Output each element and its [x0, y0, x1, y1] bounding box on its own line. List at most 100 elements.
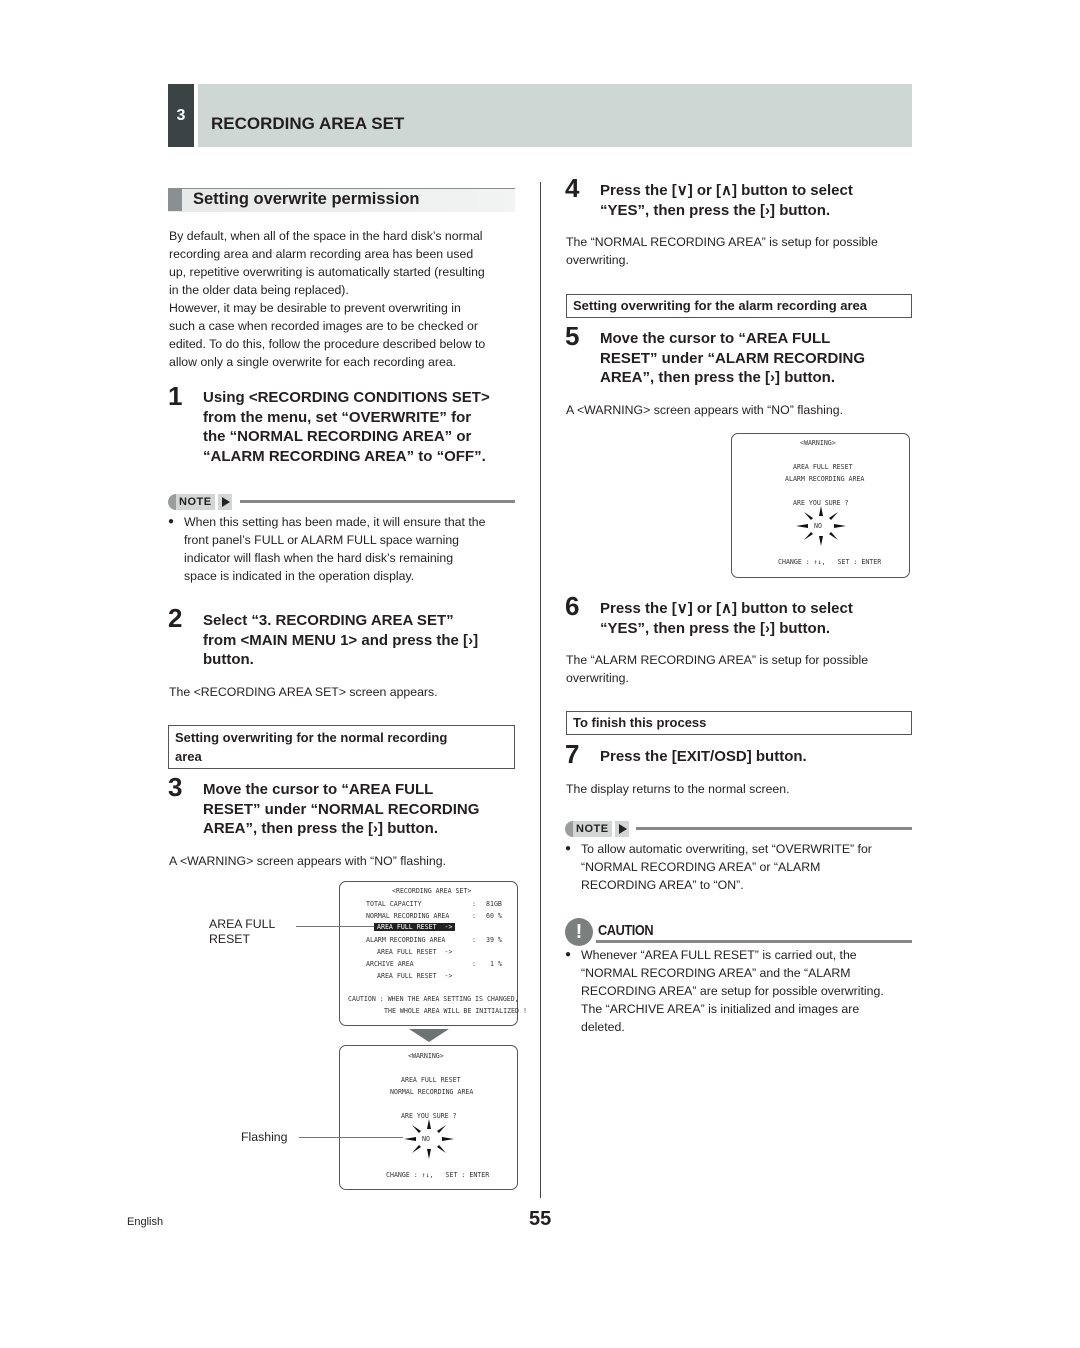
note-line: space is indicated in the operation disp…	[184, 569, 415, 583]
step-line: AREA”, then press the [›] button.	[600, 368, 920, 388]
down-button-icon: ∨	[676, 182, 688, 199]
down-arrow-icon	[409, 1029, 449, 1042]
osd-row-value: 60 %	[486, 912, 502, 920]
step-5-result: A <WARNING> screen appears with “NO” fla…	[566, 403, 844, 417]
caution-line: deleted.	[581, 1020, 625, 1034]
step-line: Select “3. RECORDING AREA SET”	[203, 612, 454, 629]
caution-body: ● Whenever “AREA FULL RESET” is carried …	[565, 946, 915, 1036]
osd-row-sep: :	[472, 900, 476, 908]
caution-line: Whenever “AREA FULL RESET” is carried ou…	[581, 948, 857, 962]
section-number: 3	[176, 106, 186, 124]
osd-row-label: TOTAL CAPACITY	[366, 900, 422, 908]
osd-line: AREA FULL RESET	[793, 463, 853, 471]
step-3-instruction: Move the cursor to “AREA FULL RESET” und…	[203, 780, 523, 839]
note-line: When this setting has been made, it will…	[184, 515, 486, 529]
step-text: ] button.	[770, 619, 831, 637]
osd-row-value: 81GB	[486, 900, 502, 908]
callout-line: AREA FULL	[209, 917, 276, 931]
osd-row-label: AREA FULL RESET ->	[377, 948, 453, 956]
osd-row-sep: :	[472, 960, 476, 968]
osd-footer: CHANGE : ↑↓, SET : ENTER	[778, 558, 882, 566]
step-text: from <MAIN MENU 1> and press the [	[203, 631, 469, 649]
osd-row-sep: :	[472, 936, 476, 944]
result-line: The “NORMAL RECORDING AREA” is setup for…	[566, 235, 878, 249]
step-4-instruction: Press the [∨] or [∧] button to select “Y…	[600, 181, 920, 220]
step-line: Press the [∨] or [∧] button to select	[600, 599, 920, 619]
step-line: button.	[203, 651, 254, 668]
osd-warning-alarm-screen: <WARNING> AREA FULL RESET ALARM RECORDIN…	[731, 433, 910, 578]
step-text: ] button to select	[732, 600, 853, 617]
step-text: ] or [	[687, 182, 722, 199]
up-button-icon: ∧	[721, 182, 732, 199]
step-text: ] or [	[687, 600, 722, 617]
bullet-icon: ●	[168, 516, 175, 527]
page-title: RECORDING AREA SET	[211, 114, 405, 133]
bullet-icon: ●	[565, 843, 572, 854]
column-divider	[540, 182, 541, 1198]
step-text: “YES”, then press the [	[600, 619, 766, 637]
step-4-number: 4	[565, 173, 580, 203]
step-line: Using <RECORDING CONDITIONS SET>	[203, 389, 490, 406]
caution-line: The “ARCHIVE AREA” is initialized and im…	[581, 1002, 860, 1016]
intro-line: up, repetitive overwriting is automatica…	[169, 265, 485, 279]
note-label: NOTE	[573, 821, 612, 837]
step-line: from the menu, set “OVERWRITE” for	[203, 408, 472, 426]
intro-line: recording area and alarm recording area …	[169, 247, 474, 261]
step-1-number: 1	[168, 381, 183, 411]
step-line: RESET” under “NORMAL RECORDING	[203, 800, 480, 818]
callout-leader-line	[299, 1137, 403, 1138]
caution-exclamation-icon: !	[565, 918, 593, 946]
osd-title: <WARNING>	[800, 439, 836, 447]
footer-language: English	[127, 1216, 164, 1228]
osd-line: NORMAL RECORDING AREA	[390, 1088, 474, 1096]
step-line: “YES”, then press the [›] button.	[600, 619, 920, 639]
step-line: the “NORMAL RECORDING AREA” or	[203, 428, 472, 445]
intro-line: such a case when recorded images are to …	[169, 319, 478, 333]
intro-line: allow only a single overwrite for each r…	[169, 355, 457, 369]
down-button-icon: ∨	[676, 600, 688, 617]
step-2-instruction: Select “3. RECORDING AREA SET” from <MAI…	[203, 611, 523, 670]
osd-row-label: NORMAL RECORDING AREA	[366, 912, 450, 920]
note-badge: NOTE	[168, 494, 232, 510]
intro-line: However, it may be desirable to prevent …	[169, 301, 461, 315]
step-3-result: A <WARNING> screen appears with “NO” fla…	[169, 854, 447, 868]
osd-line: AREA FULL RESET	[401, 1076, 461, 1084]
step-line: AREA”, then press the [›] button.	[203, 819, 523, 839]
step-text: ] button.	[378, 820, 439, 837]
section-number-badge: 3	[168, 84, 194, 147]
subheading-normal-recording: Setting overwriting for the normal recor…	[168, 725, 515, 769]
note-line: indicator will flash when the hard disk’…	[184, 551, 454, 565]
osd-caution: CAUTION : WHEN THE AREA SETTING IS CHANG…	[348, 995, 519, 1003]
intro-line: in the older data being replaced).	[169, 283, 349, 297]
note-2-body: ● To allow automatic overwriting, set “O…	[565, 840, 915, 894]
step-line: Move the cursor to “AREA FULL	[203, 781, 434, 798]
note-badge-cap	[168, 494, 176, 510]
osd-row-value: 39 %	[486, 936, 502, 944]
intro-paragraph: By default, when all of the space in the…	[169, 227, 519, 371]
up-button-icon: ∧	[721, 600, 732, 617]
step-6-number: 6	[565, 591, 580, 621]
step-6-result: The “ALARM RECORDING AREA” is setup for …	[566, 651, 868, 687]
note-badge: NOTE	[565, 821, 629, 837]
caution-line: “NORMAL RECORDING AREA” and the “ALARM	[581, 966, 851, 980]
subheading-finish-process: To finish this process	[566, 711, 912, 735]
result-line: The “ALARM RECORDING AREA” is setup for …	[566, 653, 869, 667]
right-arrow-button-icon: ›	[468, 631, 474, 649]
note-line: RECORDING AREA” to “ON”.	[581, 878, 744, 892]
osd-row-selected: AREA FULL RESET ->	[374, 923, 456, 931]
section-title: Setting overwrite permission	[193, 190, 420, 208]
step-7-number: 7	[565, 739, 580, 769]
step-7-instruction: Press the [EXIT/OSD] button.	[600, 748, 807, 765]
step-line: Move the cursor to “AREA FULL	[600, 330, 831, 347]
result-line: overwriting.	[566, 671, 629, 685]
note-rule	[240, 500, 515, 503]
result-line: overwriting.	[566, 253, 629, 267]
bullet-icon: ●	[565, 949, 572, 960]
step-2-number: 2	[168, 603, 183, 633]
note-line: front panel’s FULL or ALARM FULL space w…	[184, 533, 459, 547]
caution-line: RECORDING AREA” are setup for possible o…	[581, 984, 884, 998]
subheading-line: Setting overwriting for the normal recor…	[175, 730, 448, 745]
note-1-body: ● When this setting has been made, it wi…	[168, 513, 518, 585]
step-text: ] button.	[775, 369, 836, 386]
step-line: from <MAIN MENU 1> and press the [›]	[203, 631, 479, 649]
